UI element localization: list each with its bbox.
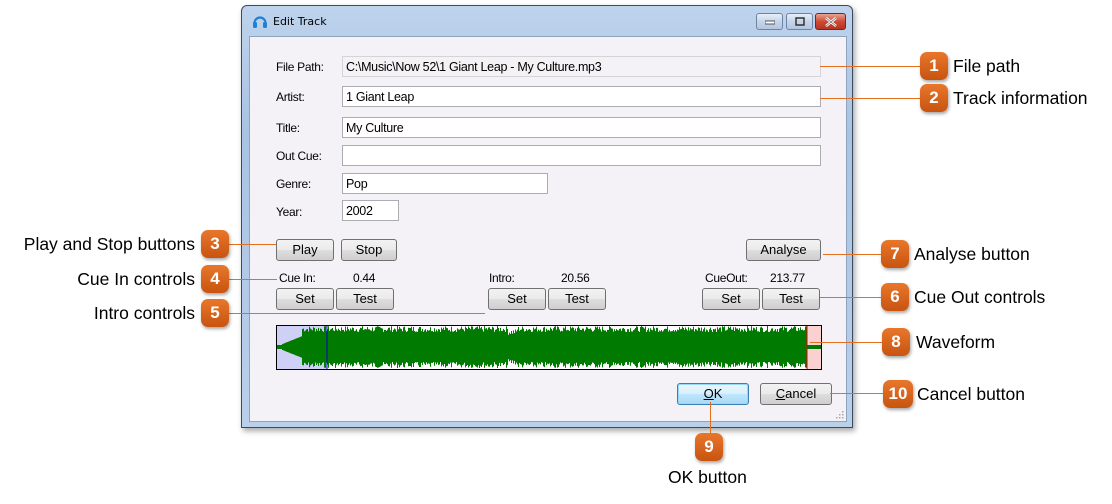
genre-field[interactable]: Pop [342, 173, 548, 194]
waveform[interactable] [276, 325, 822, 370]
window-title: Edit Track [273, 15, 327, 28]
cue-in-set-button[interactable]: Set [276, 288, 334, 310]
callout-2-badge: 2 [920, 84, 948, 112]
minimize-icon [764, 20, 775, 24]
callout-10-badge: 10 [883, 380, 913, 408]
ok-mnemonic: O [703, 386, 714, 401]
callout-6-label: Cue Out controls [914, 287, 1046, 307]
title-bar[interactable]: Edit Track [242, 6, 852, 36]
close-icon [824, 16, 837, 27]
callout-2-label: Track information [953, 88, 1088, 108]
callout-3-badge: 3 [201, 230, 229, 258]
callout-2-leader [820, 98, 922, 99]
waveform-trace [277, 326, 821, 368]
year-field[interactable]: 2002 [342, 200, 399, 221]
callout-7-leader [823, 254, 883, 255]
cue-out-value: 213.77 [770, 271, 805, 285]
close-button[interactable] [815, 13, 846, 30]
cue-out-label: CueOut: [705, 271, 748, 285]
waveform-canvas[interactable] [277, 326, 821, 369]
callout-10-label: Cancel button [917, 384, 1025, 404]
dialog-body: File Path: C:\Music\Now 52\1 Giant Leap … [249, 36, 847, 422]
cancel-button[interactable]: Cancel [760, 383, 832, 405]
title-field[interactable]: My Culture [342, 117, 821, 138]
callout-1-label: File path [953, 56, 1021, 76]
callout-8-label: Waveform [916, 332, 996, 352]
artist-label: Artist: [276, 90, 305, 104]
callout-8-leader [810, 342, 884, 343]
callout-6-leader [820, 297, 883, 298]
callout-10-leader [830, 393, 885, 394]
callout-5-leader [229, 313, 485, 314]
callout-3-label: Play and Stop buttons [23, 234, 195, 254]
intro-value: 20.56 [561, 271, 590, 285]
callout-4-leader [229, 279, 277, 280]
intro-label: Intro: [489, 271, 515, 285]
cue-in-value: 0.44 [353, 271, 376, 285]
callout-9-leader [710, 402, 711, 435]
callout-4-label: Cue In controls [77, 269, 195, 289]
out-cue-field[interactable] [342, 145, 821, 166]
edit-track-window: Edit Track File Path: C:\Music\Now 52\1 … [241, 5, 853, 428]
play-button[interactable]: Play [276, 239, 334, 261]
callout-7-badge: 7 [881, 240, 909, 268]
cue-out-test-button[interactable]: Test [762, 288, 820, 310]
callout-8-badge: 8 [882, 328, 910, 356]
resize-grip-icon[interactable] [834, 409, 844, 419]
ok-label: K [713, 386, 723, 401]
maximize-icon [794, 17, 805, 26]
minimize-button[interactable] [756, 13, 783, 30]
stop-button[interactable]: Stop [341, 239, 397, 261]
cancel-label: ancel [785, 386, 817, 401]
title-label: Title: [276, 121, 300, 135]
callout-9-label: OK button [668, 467, 747, 487]
callout-4-badge: 4 [201, 265, 229, 293]
callout-9-badge: 9 [695, 433, 723, 461]
callout-1-leader [820, 66, 922, 67]
genre-label: Genre: [276, 177, 311, 191]
intro-set-button[interactable]: Set [488, 288, 546, 310]
cancel-mnemonic: C [775, 386, 786, 401]
cue-in-label: Cue In: [279, 271, 316, 285]
file-path-label: File Path: [276, 60, 324, 74]
file-path-field[interactable]: C:\Music\Now 52\1 Giant Leap - My Cultur… [342, 56, 821, 77]
out-cue-label: Out Cue: [276, 149, 322, 163]
callout-6-badge: 6 [881, 283, 909, 311]
year-label: Year: [276, 205, 303, 219]
callout-7-label: Analyse button [914, 244, 1030, 264]
callout-5-badge: 5 [201, 299, 229, 327]
maximize-button[interactable] [786, 13, 813, 30]
artist-field[interactable]: 1 Giant Leap [342, 86, 821, 107]
cue-out-set-button[interactable]: Set [702, 288, 760, 310]
headphones-icon [253, 16, 267, 28]
callout-3-leader [229, 244, 276, 245]
intro-test-button[interactable]: Test [548, 288, 606, 310]
callout-5-label: Intro controls [93, 303, 195, 323]
ok-button[interactable]: OK [677, 383, 749, 405]
callout-1-badge: 1 [920, 52, 948, 80]
analyse-button[interactable]: Analyse [746, 239, 821, 261]
cue-in-test-button[interactable]: Test [336, 288, 394, 310]
